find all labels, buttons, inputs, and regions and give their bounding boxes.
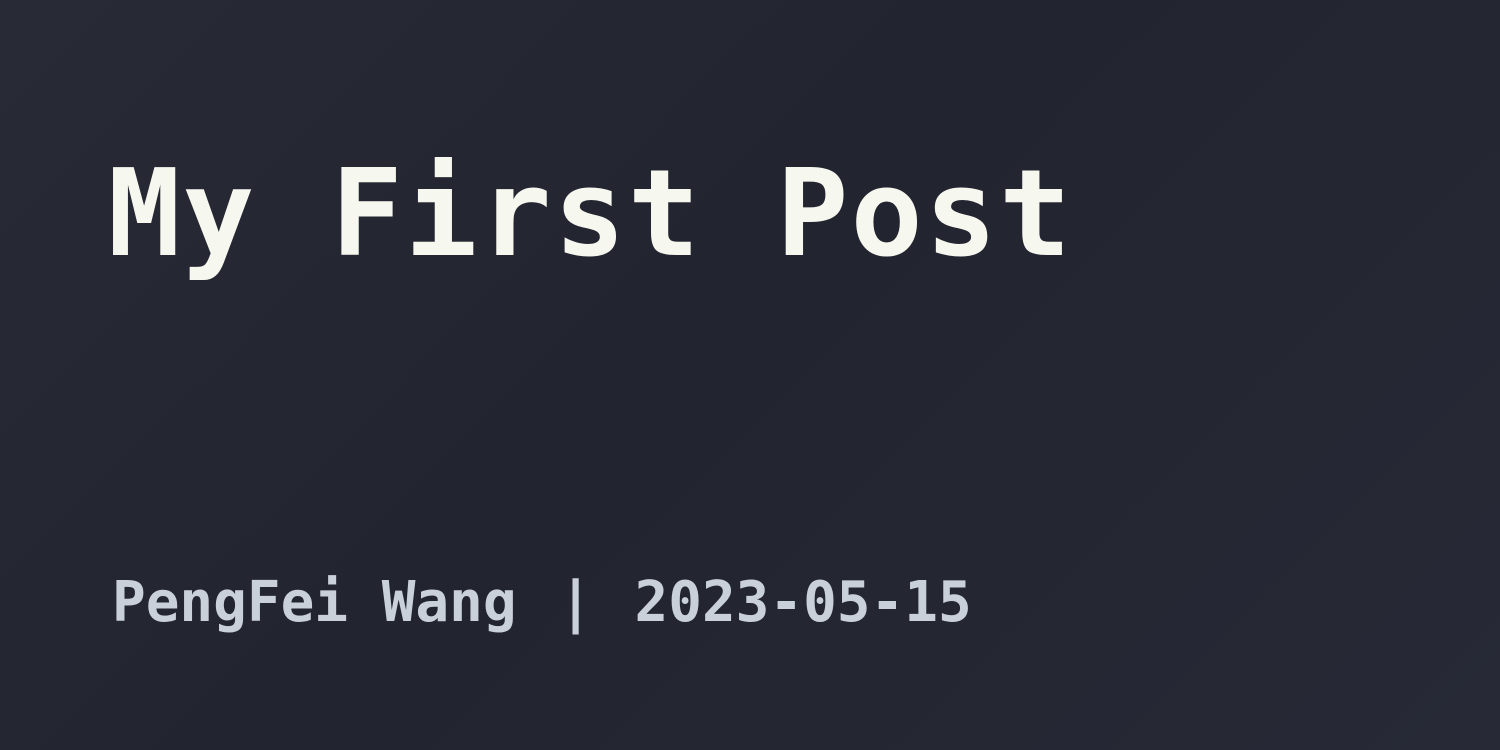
post-author: PengFei Wang <box>112 570 517 635</box>
meta-separator: | <box>558 570 593 635</box>
post-date: 2023-05-15 <box>634 570 972 635</box>
post-meta: PengFei Wang | 2023-05-15 <box>112 568 972 638</box>
post-title: My First Post <box>108 145 1074 284</box>
social-preview-card: My First Post PengFei Wang | 2023-05-15 <box>0 0 1500 750</box>
